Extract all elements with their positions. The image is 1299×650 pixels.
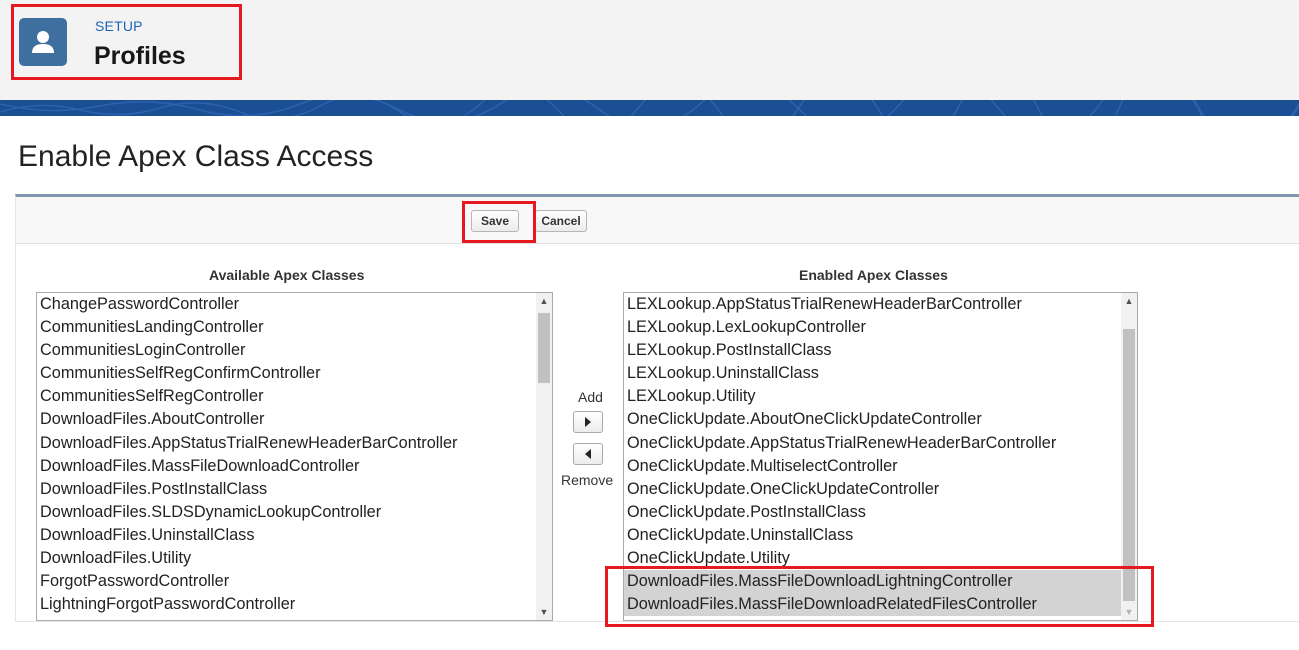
scroll-up-arrow-icon[interactable]: ▲	[1121, 293, 1137, 309]
available-list-scrollbar[interactable]: ▲ ▼	[536, 293, 552, 620]
list-item[interactable]: LEXLookup.PostInstallClass	[624, 339, 1121, 362]
enabled-classes-label: Enabled Apex Classes	[799, 267, 948, 283]
cancel-button[interactable]: Cancel	[535, 210, 587, 232]
list-item[interactable]: DownloadFiles.MassFileDownloadController	[37, 455, 536, 478]
list-item[interactable]: ChangePasswordController	[37, 293, 536, 316]
list-item[interactable]: CommunitiesSelfRegController	[37, 385, 536, 408]
list-item[interactable]: LightningForgotPasswordController	[37, 593, 536, 616]
list-item[interactable]: LEXLookup.UninstallClass	[624, 362, 1121, 385]
list-item[interactable]: DownloadFiles.SLDSDynamicLookupControlle…	[37, 501, 536, 524]
list-item[interactable]: CommunitiesLandingController	[37, 316, 536, 339]
add-label: Add	[578, 389, 603, 405]
remove-button[interactable]	[573, 443, 603, 465]
scroll-thumb[interactable]	[538, 313, 550, 383]
add-button[interactable]	[573, 411, 603, 433]
list-item[interactable]: OneClickUpdate.AppStatusTrialRenewHeader…	[624, 432, 1121, 455]
available-classes-label: Available Apex Classes	[209, 267, 365, 283]
header-highlight-box	[11, 4, 242, 80]
list-item[interactable]: DownloadFiles.UninstallClass	[37, 524, 536, 547]
list-item[interactable]: OneClickUpdate.MultiselectController	[624, 455, 1121, 478]
list-item[interactable]: OneClickUpdate.UninstallClass	[624, 524, 1121, 547]
scroll-up-arrow-icon[interactable]: ▲	[536, 293, 552, 309]
arrow-left-icon	[585, 449, 591, 459]
list-item[interactable]: CommunitiesLoginController	[37, 339, 536, 362]
list-item[interactable]: OneClickUpdate.OneClickUpdateController	[624, 478, 1121, 501]
apex-class-access-panel: Save Cancel Available Apex Classes Enabl…	[15, 194, 1299, 622]
list-item[interactable]: OneClickUpdate.AboutOneClickUpdateContro…	[624, 408, 1121, 431]
arrow-right-icon	[585, 417, 591, 427]
list-item[interactable]: DownloadFiles.AppStatusTrialRenewHeaderB…	[37, 432, 536, 455]
list-item[interactable]: LEXLookup.AppStatusTrialRenewHeaderBarCo…	[624, 293, 1121, 316]
list-item[interactable]: LEXLookup.LexLookupController	[624, 316, 1121, 339]
list-item[interactable]: DownloadFiles.PostInstallClass	[37, 478, 536, 501]
list-item[interactable]: LEXLookup.Utility	[624, 385, 1121, 408]
list-item[interactable]: ForgotPasswordController	[37, 570, 536, 593]
page-header: SETUP Profiles	[0, 0, 1299, 100]
list-item[interactable]: DownloadFiles.Utility	[37, 547, 536, 570]
available-items: ChangePasswordController CommunitiesLand…	[37, 293, 536, 616]
scroll-down-arrow-icon[interactable]: ▼	[536, 604, 552, 620]
list-item[interactable]: DownloadFiles.AboutController	[37, 408, 536, 431]
button-bar: Save Cancel	[16, 197, 1299, 244]
save-highlight-box	[462, 201, 536, 243]
list-item[interactable]: CommunitiesSelfRegConfirmController	[37, 362, 536, 385]
available-classes-list[interactable]: ChangePasswordController CommunitiesLand…	[36, 292, 553, 621]
decorative-banner	[0, 100, 1299, 116]
remove-label: Remove	[561, 472, 614, 488]
selected-items-highlight-box	[605, 566, 1154, 627]
page-title: Enable Apex Class Access	[18, 140, 374, 173]
scroll-thumb[interactable]	[1123, 329, 1135, 601]
list-item[interactable]: OneClickUpdate.PostInstallClass	[624, 501, 1121, 524]
